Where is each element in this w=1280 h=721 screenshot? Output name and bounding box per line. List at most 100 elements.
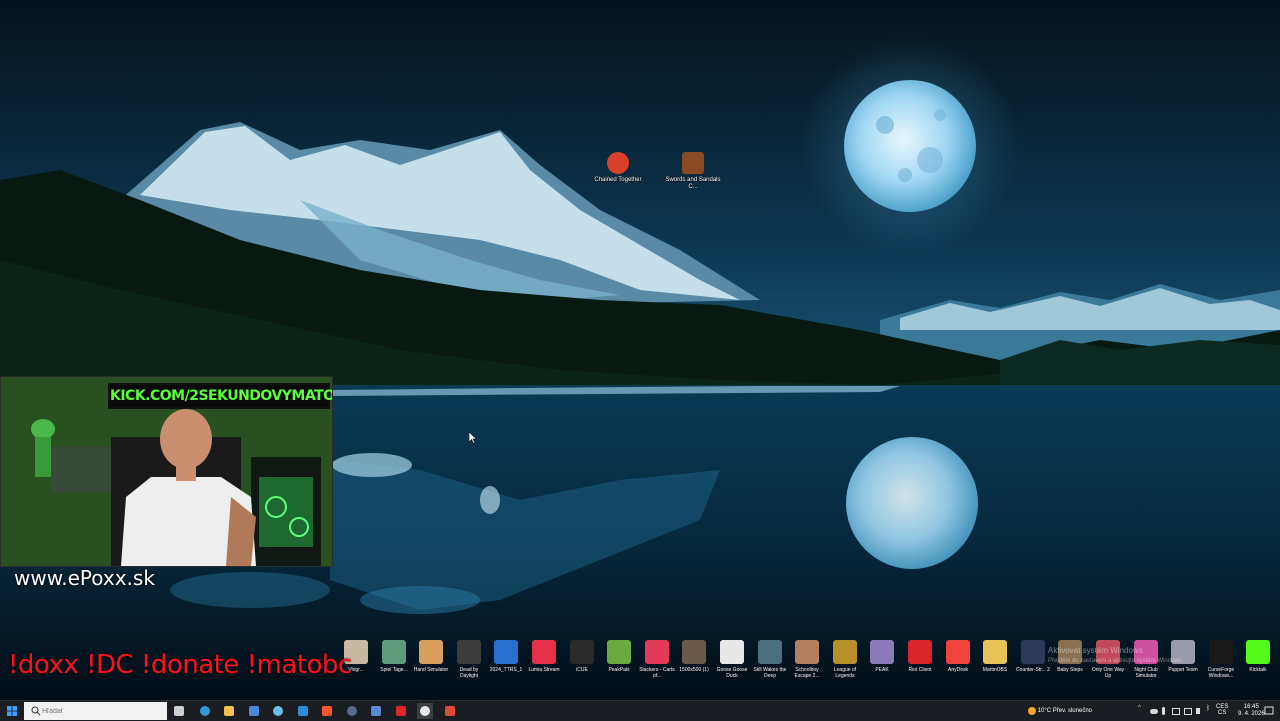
schoolboy-escape-icon: [795, 640, 819, 664]
desktop-icon-chained-together[interactable]: Chained Together: [588, 152, 648, 184]
desktop-icon[interactable]: 1500x500 (1): [676, 640, 712, 673]
desktop-icon[interactable]: Schoolboy Escape 2...: [789, 640, 825, 679]
chrome-icon[interactable]: [442, 703, 458, 719]
microphone-icon[interactable]: [1162, 707, 1165, 715]
image-file-icon: [682, 640, 706, 664]
file-icon: [494, 640, 518, 664]
steam-icon[interactable]: [368, 703, 384, 719]
desktop-icon[interactable]: Dead by Daylight: [451, 640, 487, 679]
desktop-icon-label: Goose Goose Duck: [716, 667, 748, 679]
search-input[interactable]: [42, 704, 160, 718]
peak-icon: [870, 640, 894, 664]
desktop-icon-label: AnyDesk: [947, 667, 968, 673]
app-glyph: [420, 706, 430, 716]
desktop-icon[interactable]: Kicktalk: [1240, 640, 1276, 673]
desktop-icon[interactable]: AnyDesk: [940, 640, 976, 673]
notification-icon[interactable]: [1264, 706, 1274, 716]
language-indicator[interactable]: CES CS: [1216, 704, 1228, 716]
desktop-icon[interactable]: Lumia Stream: [526, 640, 562, 673]
desktop-icon-label: Kicktalk: [1249, 667, 1267, 673]
curseforge-icon: [1209, 640, 1233, 664]
brave-icon[interactable]: [319, 703, 335, 719]
desktop-icon[interactable]: PeakPals: [601, 640, 637, 673]
system-tray: 10°C Přev. slunečno ^ ᛒ CES CS 16:45 9. …: [1020, 701, 1280, 721]
weather-sun-icon: [1028, 707, 1036, 715]
weather-widget[interactable]: 10°C Přev. slunečno: [1028, 707, 1092, 715]
app-glyph: [396, 706, 406, 716]
desktop-icon-label: Puppet Team: [1168, 667, 1198, 673]
taskbar-search-box[interactable]: [24, 702, 167, 720]
copilot-icon[interactable]: [270, 703, 286, 719]
mouse-cursor-icon: [469, 432, 477, 444]
still-wakes-the-deep-icon: [758, 640, 782, 664]
store-icon[interactable]: [246, 703, 262, 719]
desktop-icon[interactable]: CurseForge Windows...: [1203, 640, 1239, 679]
league-of-legends-icon: [833, 640, 857, 664]
obs-studio-icon[interactable]: [417, 703, 433, 719]
desktop-icon-label: CurseForge Windows...: [1207, 667, 1235, 679]
app-glyph: [249, 706, 259, 716]
desktop-icon-label: Hand Simulator: [413, 667, 449, 673]
desktop-icon[interactable]: League of Legends: [827, 640, 863, 679]
app-glyph: [273, 706, 283, 716]
desktop-icon-swords-and-sandals[interactable]: Swords and Sandals C...: [663, 152, 723, 191]
desktop-icon[interactable]: iCUE: [564, 640, 600, 673]
goose-goose-duck-icon: [720, 640, 744, 664]
chained-together-icon: [607, 152, 629, 174]
opera-icon[interactable]: [393, 703, 409, 719]
clock-time: 16:45: [1243, 704, 1259, 710]
desktop-icon[interactable]: Riot Client: [902, 640, 938, 673]
file-explorer-icon[interactable]: [221, 703, 237, 719]
swords-and-sandals-icon: [682, 152, 704, 174]
desktop-icon-label: MartinOBS: [982, 667, 1008, 673]
desktop-icon[interactable]: MartinOBS: [977, 640, 1013, 673]
clock[interactable]: 16:45 9. 4. 2026: [1238, 704, 1265, 718]
desktop-icon[interactable]: Hand Simulator: [413, 640, 449, 673]
task-view-icon[interactable]: [171, 703, 187, 719]
onedrive-icon[interactable]: [1150, 709, 1158, 714]
edge-icon[interactable]: [197, 703, 213, 719]
app-glyph: [371, 706, 381, 716]
desktop-icon-label: Riot Client: [908, 667, 932, 673]
desktop-icon[interactable]: PEAK: [864, 640, 900, 673]
kick-channel-banner: KICK.COM/2SEKUNDOVYMATO: [108, 383, 332, 409]
desktop-icon-label: PEAK: [875, 667, 889, 673]
desktop-icon-label: Slackers - Carts of...: [639, 667, 675, 679]
desktop-icon-label: PeakPals: [608, 667, 630, 673]
riot-client-icon: [908, 640, 932, 664]
lumia-stream-icon: [532, 640, 556, 664]
search-icon: [31, 706, 41, 716]
desktop-icon[interactable]: Spiel Tage...: [376, 640, 412, 673]
taskbar: 10°C Přev. slunečno ^ ᛒ CES CS 16:45 9. …: [0, 700, 1280, 721]
stream-website-text: www.ePoxx.sk: [14, 566, 155, 590]
desktop-icon-label: 2024_TTRS_1: [489, 667, 523, 673]
desktop-icon-label: iCUE: [576, 667, 588, 673]
app-glyph: [298, 706, 308, 716]
icue-icon: [570, 640, 594, 664]
desktop-icon[interactable]: Counter-Str... 2: [1015, 640, 1051, 673]
desktop-icon-label: League of Legends: [833, 667, 857, 679]
windows-start-icon[interactable]: [4, 703, 20, 719]
desktop-icon[interactable]: 2024_TTRS_1: [488, 640, 524, 673]
desktop-icon-label: Spiel Tage...: [380, 667, 408, 673]
app-glyph: [347, 706, 357, 716]
desktop-icon[interactable]: Goose Goose Duck: [714, 640, 750, 679]
desktop-icon-label: Lumia Stream: [528, 667, 560, 673]
teams-icon[interactable]: [295, 703, 311, 719]
app-glyph: [445, 706, 455, 716]
app-glyph: [322, 706, 332, 716]
chevron-up-icon[interactable]: ^: [1138, 705, 1146, 713]
network-icon[interactable]: [1172, 708, 1180, 715]
volume-icon[interactable]: [1196, 708, 1200, 714]
desktop-icon-label: Still Wakes the Deep: [753, 667, 787, 679]
desktop-icon[interactable]: Still Wakes the Deep: [752, 640, 788, 679]
kicktalk-icon: [1246, 640, 1270, 664]
watermark-subtitle: Přejděte do nastavení a aktivujte systém…: [1048, 658, 1184, 664]
obs-icon[interactable]: [344, 703, 360, 719]
app-glyph: [174, 706, 184, 716]
display-icon[interactable]: [1184, 708, 1192, 715]
bluetooth-icon[interactable]: ᛒ: [1206, 705, 1214, 713]
desktop-icon[interactable]: Slackers - Carts of...: [639, 640, 675, 679]
game-icon: [382, 640, 406, 664]
chat-commands-text: !doxx !DC !donate !matobc: [8, 650, 352, 680]
